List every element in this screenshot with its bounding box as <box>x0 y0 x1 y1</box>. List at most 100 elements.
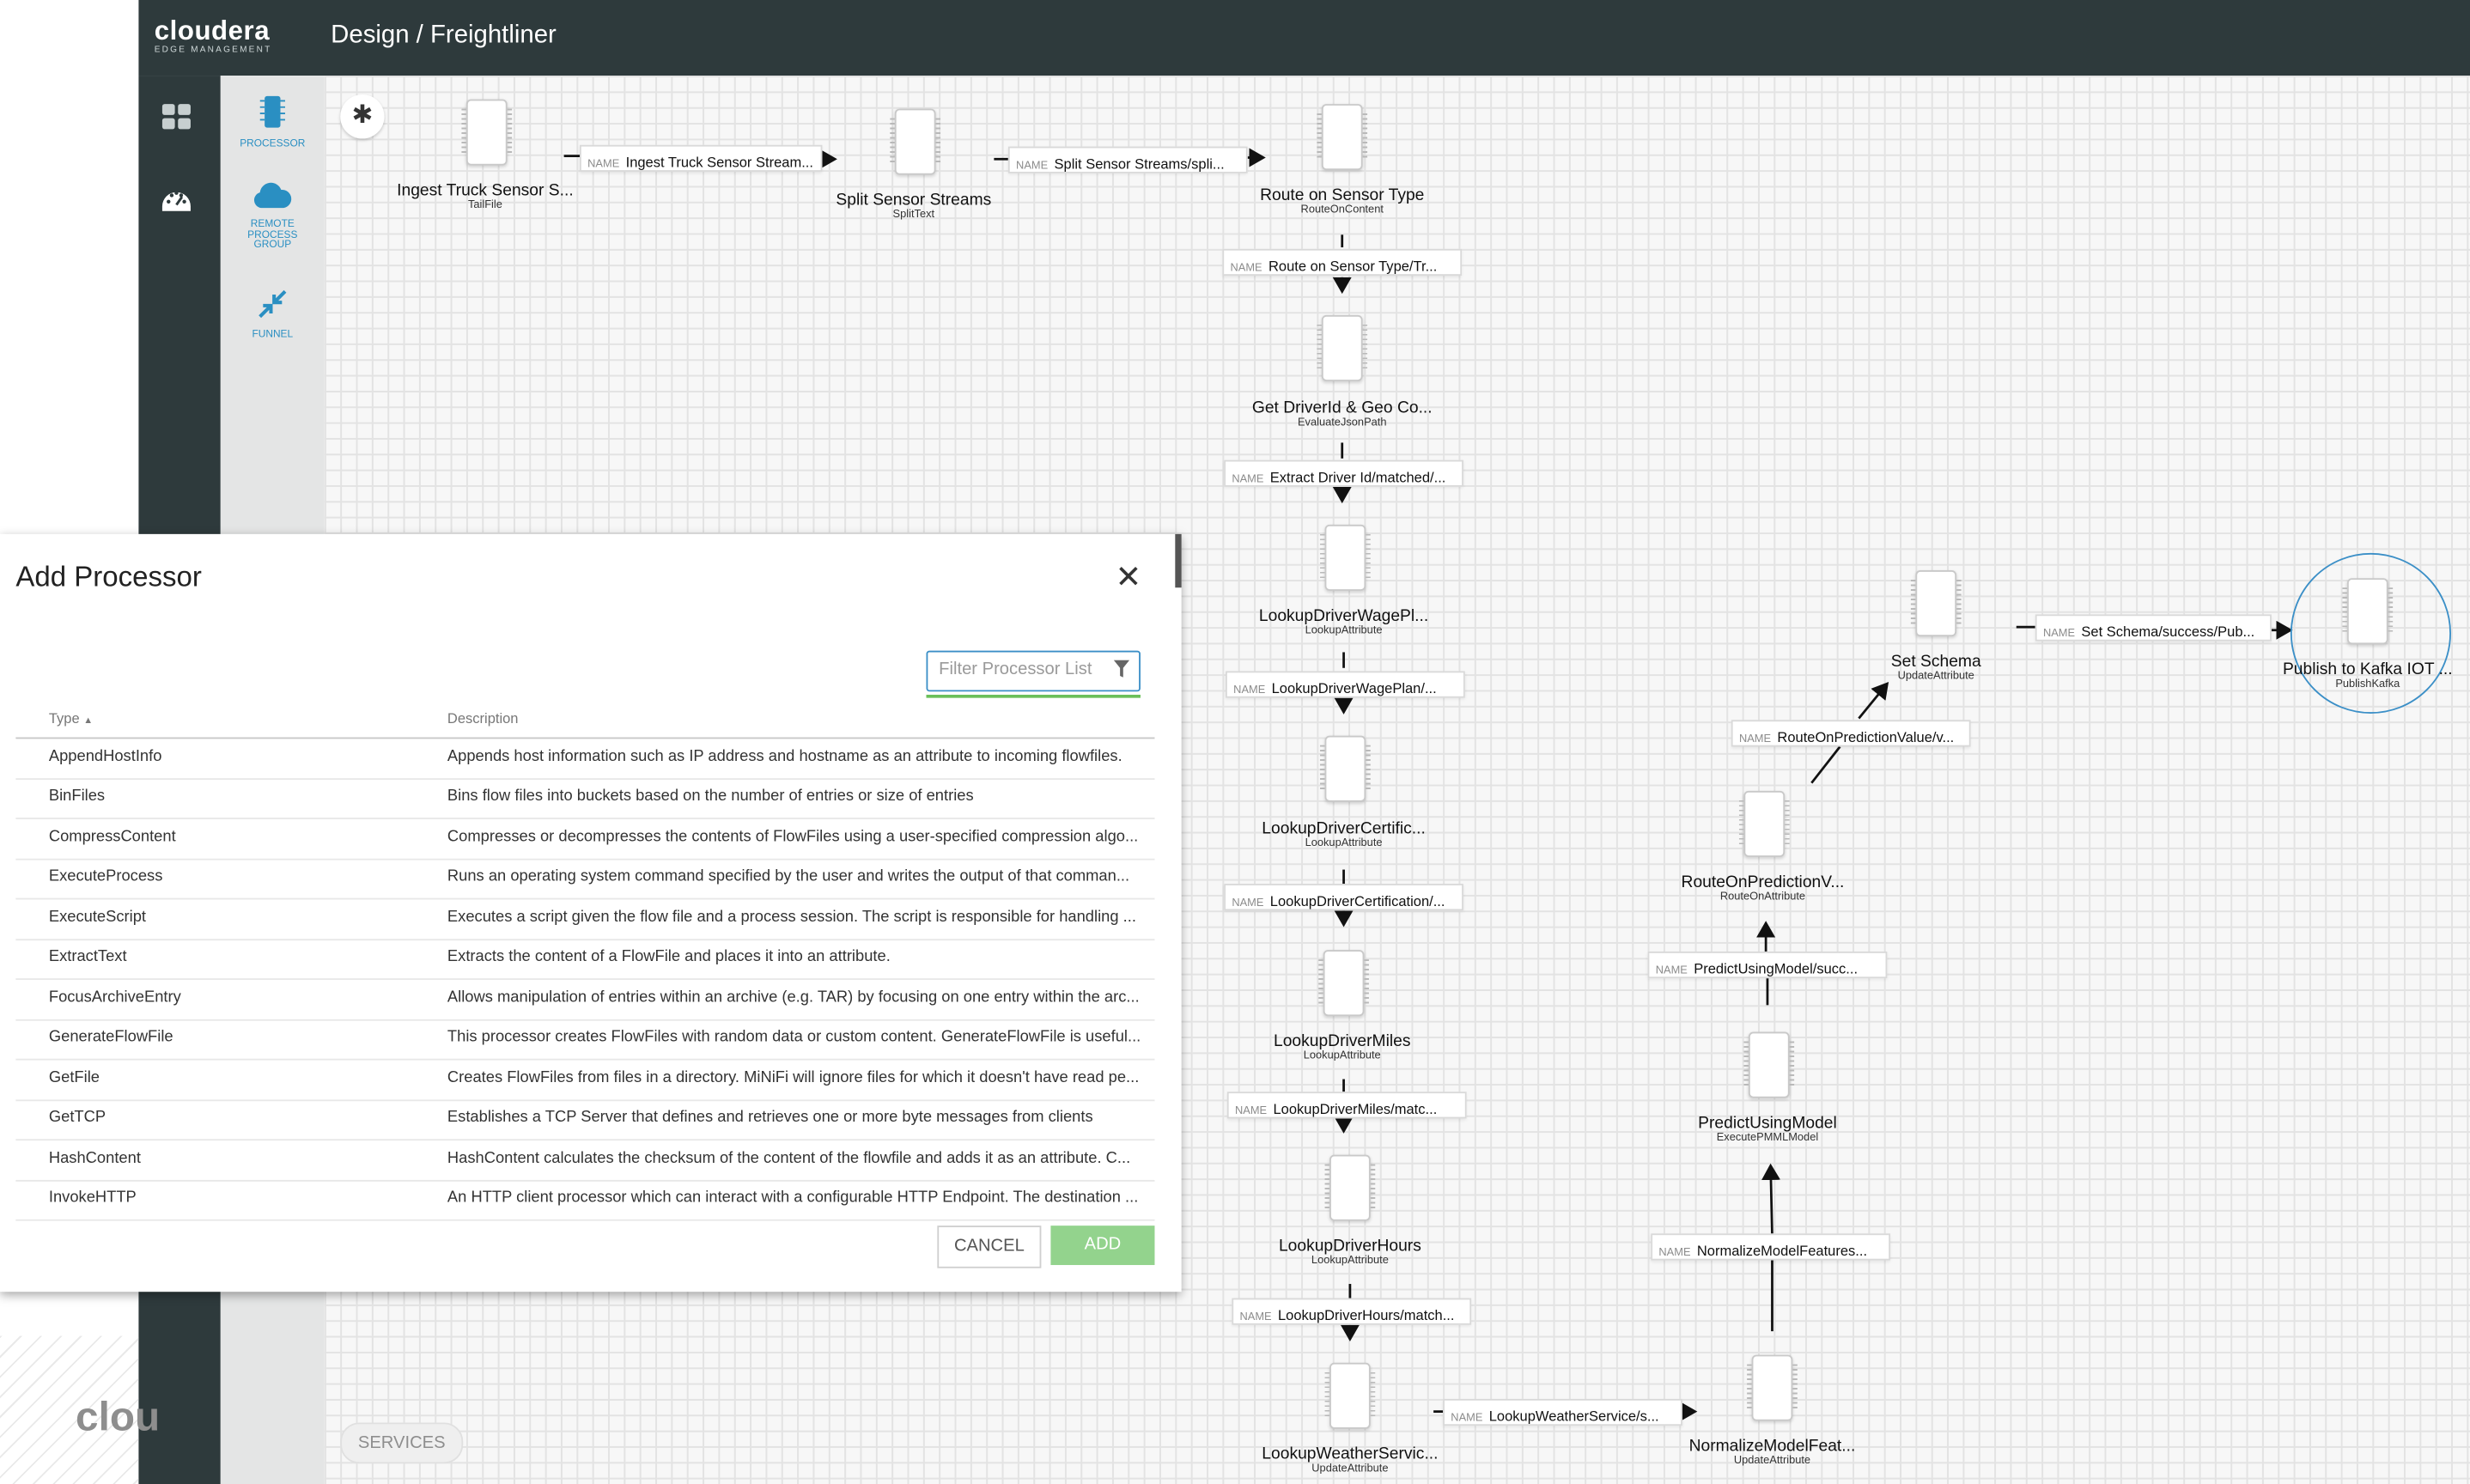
table-row[interactable]: GenerateFlowFile This processor creates F… <box>15 1019 1155 1061</box>
table-row[interactable]: GetFile Creates FlowFiles from files in a… <box>15 1061 1155 1102</box>
row-description: Appends host information such as IP addr… <box>447 748 1122 766</box>
table-row[interactable]: ExtractText Extracts the content of a Flo… <box>15 939 1155 980</box>
connection-key: NAME <box>1451 1413 1483 1425</box>
connection-name: LookupDriverMiles/matc... <box>1273 1101 1438 1117</box>
processor-node[interactable] <box>1743 1031 1795 1098</box>
processor-node[interactable] <box>1910 570 1962 637</box>
funnel-arrows-icon <box>259 289 287 319</box>
processor-node[interactable] <box>1318 950 1369 1017</box>
row-description: Compresses or decompresses the contents … <box>447 828 1139 847</box>
connection-label[interactable]: NAME RouteOnPredictionValue/v... <box>1731 720 1971 747</box>
column-header-type[interactable]: Type ▲ <box>49 710 93 726</box>
processor-name: RouteOnPredictionV... <box>1681 873 1845 892</box>
connection-label[interactable]: NAME Set Schema/success/Pub... <box>2035 614 2272 642</box>
row-type: ExecuteScript <box>48 909 147 927</box>
table-row[interactable]: HashContent HashContent calculates the ch… <box>15 1140 1155 1182</box>
table-row[interactable]: AppendHostInfo Appends host information s… <box>15 739 1155 781</box>
filter-underline <box>926 694 1141 698</box>
processor-node[interactable] <box>1320 735 1371 802</box>
filter-icon[interactable] <box>1113 660 1130 678</box>
connection-key: NAME <box>1232 897 1264 909</box>
connection-label[interactable]: NAME Split Sensor Streams/spli... <box>1007 146 1248 173</box>
connection-key: NAME <box>1230 263 1262 275</box>
connection-label[interactable]: NAME LookupDriverMiles/matc... <box>1226 1092 1467 1119</box>
processor-type: UpdateAttribute <box>1311 1463 1389 1475</box>
connection-name: LookupWeatherService/s... <box>1488 1408 1659 1425</box>
palette-funnel[interactable]: FUNNEL <box>221 289 325 341</box>
connection-key: NAME <box>1016 161 1049 172</box>
row-description: Establishes a TCP Server that defines an… <box>447 1109 1093 1127</box>
row-type: GenerateFlowFile <box>48 1028 173 1047</box>
table-row[interactable]: BinFiles Bins flow files into buckets bas… <box>15 778 1155 819</box>
connection-label[interactable]: NAME LookupDriverHours/match... <box>1232 1298 1472 1325</box>
connection-label[interactable]: NAME LookupDriverCertification/... <box>1224 884 1463 911</box>
processor-node[interactable] <box>890 108 941 175</box>
table-row[interactable]: GetTCP Establishes a TCP Server that defi… <box>15 1099 1155 1141</box>
processor-type: ExecutePMMLModel <box>1716 1132 1819 1144</box>
processor-type: TailFile <box>467 199 502 211</box>
brand-logo[interactable]: cloudera <box>155 15 270 47</box>
processor-node[interactable] <box>1324 1154 1376 1221</box>
star-icon[interactable]: ✱ <box>340 94 385 139</box>
row-description: Runs an operating system command specifi… <box>447 867 1130 885</box>
brand-subtitle: EDGE MANAGEMENT <box>154 46 272 56</box>
connection-label[interactable]: NAME Extract Driver Id/matched/... <box>1224 459 1463 487</box>
table-row[interactable]: CompressContent Compresses or decompresse… <box>15 819 1155 861</box>
dashboard-grid-icon[interactable] <box>159 100 193 135</box>
processor-node[interactable] <box>2342 578 2394 645</box>
row-type: BinFiles <box>48 788 106 806</box>
add-button[interactable]: ADD <box>1050 1226 1155 1266</box>
connection-key: NAME <box>1655 965 1688 977</box>
services-button[interactable]: SERVICES <box>340 1422 464 1464</box>
processor-name: Ingest Truck Sensor S... <box>397 180 574 200</box>
processor-type: RouteOnContent <box>1300 204 1384 216</box>
connection-key: NAME <box>1233 684 1266 696</box>
table-row[interactable]: InvokeHTTP An HTTP client processor which… <box>15 1180 1155 1221</box>
palette-processor[interactable]: PROCESSOR <box>221 94 325 150</box>
connection-label[interactable]: NAME Route on Sensor Type/Tr... <box>1222 248 1463 277</box>
row-type: FocusArchiveEntry <box>48 989 181 1007</box>
table-row[interactable]: ExecuteProcess Runs an operating system c… <box>15 859 1155 900</box>
processor-node[interactable] <box>1738 790 1790 857</box>
processor-type: RouteOnAttribute <box>1719 891 1806 903</box>
processor-node[interactable] <box>1320 524 1371 591</box>
row-type: AppendHostInfo <box>48 748 162 766</box>
processor-type: EvaluateJsonPath <box>1297 417 1387 429</box>
row-description: HashContent calculates the checksum of t… <box>447 1150 1131 1168</box>
filter-field[interactable] <box>926 650 1141 692</box>
filter-input[interactable] <box>928 652 1110 687</box>
processor-node[interactable] <box>1747 1354 1798 1421</box>
monitor-gauge-icon[interactable] <box>159 183 193 217</box>
processor-name: Split Sensor Streams <box>836 190 992 210</box>
connection-label[interactable]: NAME NormalizeModelFeatures... <box>1651 1233 1891 1261</box>
close-icon[interactable]: ✕ <box>1116 563 1142 594</box>
row-description: An HTTP client processor which can inter… <box>447 1189 1139 1207</box>
row-type: ExtractText <box>48 948 127 966</box>
connection-key: NAME <box>587 159 620 171</box>
cancel-button[interactable]: CANCEL <box>937 1226 1042 1268</box>
table-row[interactable]: FocusArchiveEntry Allows manipulation of … <box>15 980 1155 1021</box>
processor-name: NormalizeModelFeat... <box>1688 1436 1856 1456</box>
connection-name: Extract Driver Id/matched/... <box>1269 469 1446 485</box>
processor-name: Set Schema <box>1890 652 1981 672</box>
dialog-scrollbar[interactable] <box>1175 533 1182 588</box>
connection-key: NAME <box>1738 733 1772 745</box>
connection-label[interactable]: NAME PredictUsingModel/succ... <box>1647 951 1888 979</box>
breadcrumb: Design / Freightliner <box>331 21 557 49</box>
table-row[interactable]: ExecuteScript Executes a script given the… <box>15 899 1155 941</box>
row-description: Bins flow files into buckets based on th… <box>447 788 974 806</box>
connection-key: NAME <box>1658 1247 1691 1259</box>
processor-node[interactable] <box>461 99 513 166</box>
palette-processor-label: PROCESSOR <box>240 138 306 150</box>
connection-label[interactable]: NAME LookupDriverWagePlan/... <box>1226 671 1465 698</box>
palette-funnel-label: FUNNEL <box>252 329 294 341</box>
connection-label[interactable]: NAME LookupWeatherService/s... <box>1443 1398 1682 1426</box>
processor-node[interactable] <box>1317 104 1368 171</box>
processor-node[interactable] <box>1317 314 1368 381</box>
connection-label[interactable]: NAME Ingest Truck Sensor Stream... <box>579 144 823 172</box>
processor-type: LookupAttribute <box>1305 837 1383 849</box>
processor-node[interactable] <box>1324 1362 1376 1429</box>
palette-remote-process-group[interactable]: REMOTE PROCESS GROUP <box>221 181 325 252</box>
connection-key: NAME <box>1232 474 1264 485</box>
connection-name: Split Sensor Streams/spli... <box>1054 155 1225 172</box>
